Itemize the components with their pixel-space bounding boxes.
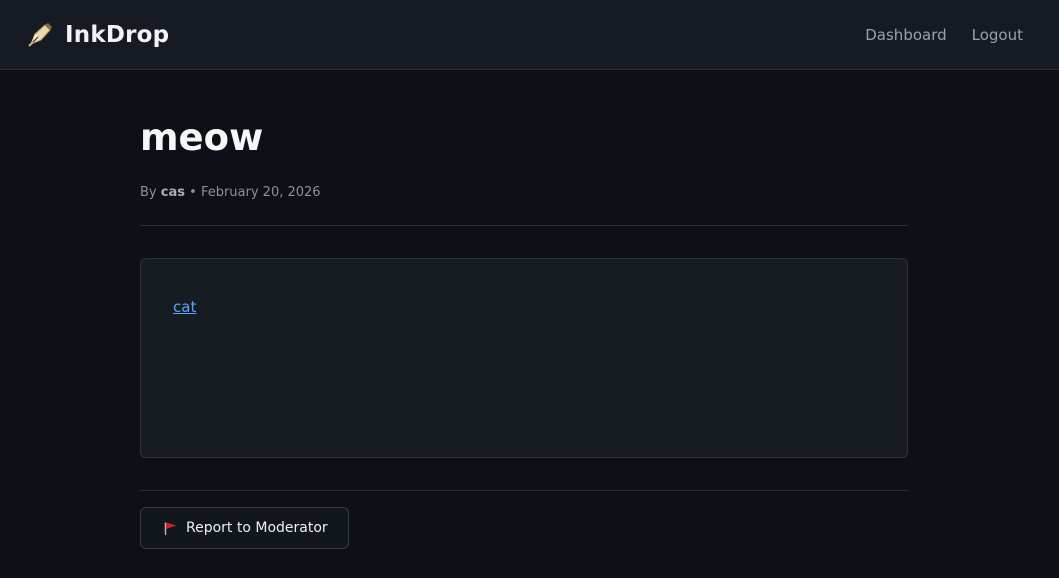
post-content: cat (140, 258, 908, 458)
post-title: meow (140, 116, 264, 159)
meta-separator: • (189, 185, 197, 200)
red-flag-icon (164, 522, 177, 535)
by-label: By (140, 185, 157, 200)
nav-logout-link[interactable]: Logout (972, 26, 1023, 44)
post-container: meow By cas • February 20, 2026 cat Repo… (140, 70, 908, 549)
report-to-moderator-button[interactable]: Report to Moderator (140, 507, 349, 549)
post-date: February 20, 2026 (200, 185, 321, 200)
brand[interactable]: InkDrop (26, 21, 169, 49)
post-meta: By cas • February 20, 2026 (140, 184, 908, 201)
nav-dashboard-link[interactable]: Dashboard (865, 26, 946, 44)
divider (140, 225, 908, 226)
report-button-label: Report to Moderator (186, 520, 328, 536)
content-link[interactable]: cat (173, 298, 196, 316)
fountain-pen-icon (28, 22, 52, 47)
post-author: cas (160, 185, 185, 200)
brand-name: InkDrop (65, 21, 170, 48)
top-navbar: InkDrop Dashboard Logout (0, 0, 1059, 70)
nav-links: Dashboard Logout (865, 26, 1023, 44)
divider (140, 490, 908, 491)
